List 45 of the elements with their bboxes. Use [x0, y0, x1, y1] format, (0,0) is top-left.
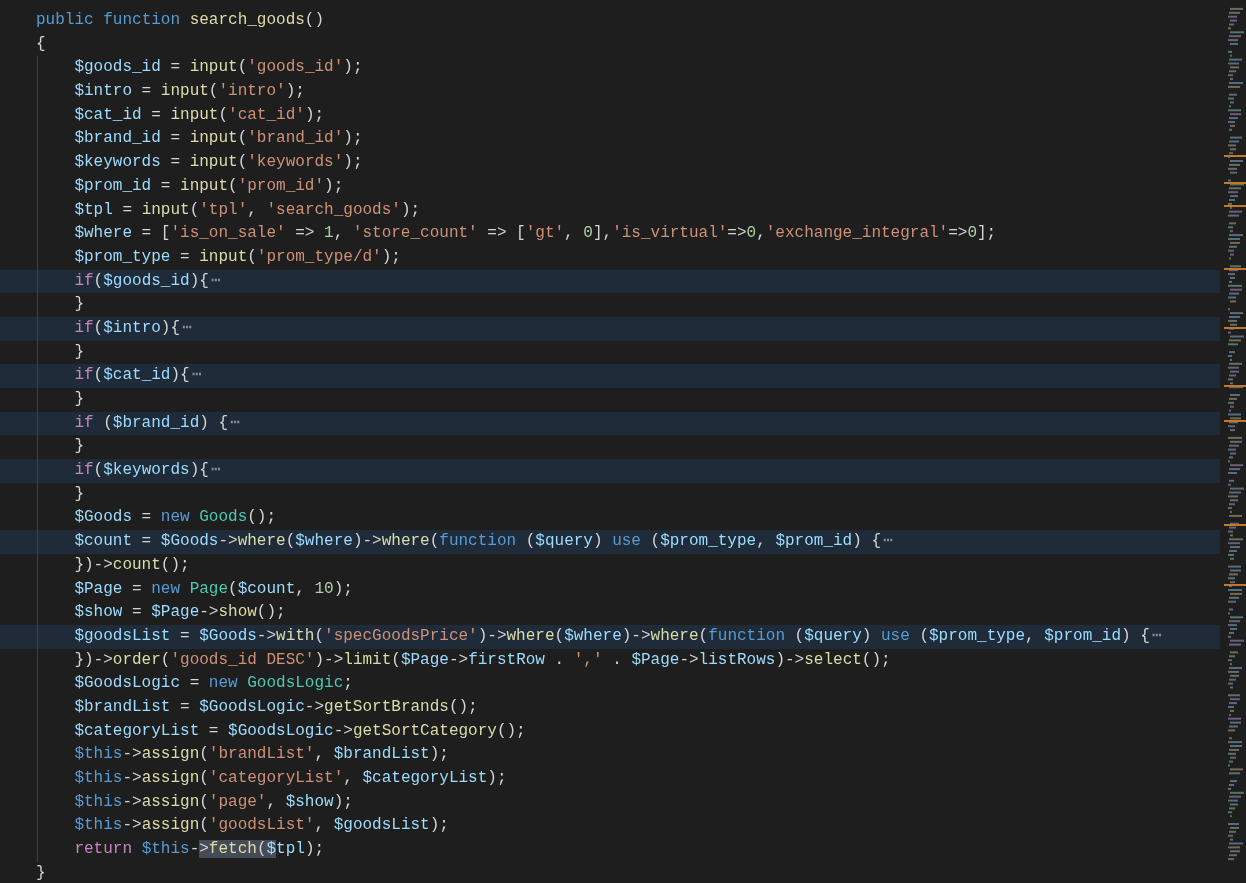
code-line: $this->assign('brandList', $brandList);	[73, 744, 449, 766]
code-line: $intro = input('intro');	[73, 81, 305, 103]
code-line: $where = ['is_on_sale' => 1, 'store_count' => ['gt', 0],'is_virtual'=>0,'exchange_integral'=>0];	[73, 223, 997, 245]
code-line: }	[73, 483, 84, 505]
code-line: $GoodsLogic = new GoodsLogic;	[73, 673, 353, 695]
code-line: return $this->fetch($tpl);	[73, 839, 325, 861]
fold-ellipsis[interactable]: ⋯	[883, 530, 893, 554]
fold-ellipsis[interactable]: ⋯	[1151, 624, 1162, 649]
code-line: $tpl = input('tpl', 'search_goods');	[73, 199, 421, 221]
code-line: {	[36, 33, 46, 55]
code-line: $Page = new Page($count, 10);	[73, 578, 353, 600]
code-line: $prom_id = input('prom_id');	[73, 175, 344, 197]
code-line: $this->assign('page', $show);	[73, 791, 353, 813]
code-line: if($cat_id){	[73, 365, 190, 387]
code-line: $goodsList = $Goods->with('specGoodsPrice')->where($where)->where(function ($query) use ($prom_type, $prom_id) {	[73, 625, 1150, 647]
code-line: $Goods = new Goods();	[73, 507, 277, 529]
code-line: })->order('goods_id DESC')->limit($Page->firstRow . ',' . $Page->listRows)->select();	[73, 649, 891, 671]
fold-ellipsis[interactable]: ⋯	[182, 316, 192, 341]
code-line: }	[73, 436, 84, 458]
code-line: $this->assign('categoryList', $categoryList);	[73, 768, 507, 789]
code-line: $this->assign('goodsList', $goodsList);	[73, 815, 449, 837]
code-line: if($keywords){	[73, 460, 209, 482]
code-line: if ($brand_id) {	[73, 412, 229, 434]
code-line: }	[73, 294, 84, 316]
code-line: $categoryList = $GoodsLogic->getSortCategory();	[73, 720, 526, 742]
fold-ellipsis[interactable]: ⋯	[210, 269, 221, 294]
code-line: $prom_type = input('prom_type/d');	[73, 246, 401, 268]
code-line: $keywords = input('keywords');	[73, 152, 363, 174]
code-line: }	[73, 341, 84, 363]
code-line: $brandList = $GoodsLogic->getSortBrands();	[73, 696, 478, 718]
fold-ellipsis[interactable]: ⋯	[210, 459, 221, 483]
code-line: $brand_id = input('brand_id');	[73, 128, 363, 150]
code-line: }	[73, 389, 84, 410]
code-line: })->count();	[73, 554, 190, 576]
fold-ellipsis[interactable]: ⋯	[191, 364, 202, 388]
code-line: public function search_goods()	[36, 10, 325, 31]
minimap-drawing[interactable]	[1224, 7, 1246, 861]
code-line: $count = $Goods->where($where)->where(function ($query) use ($prom_type, $prom_id) {	[73, 531, 881, 553]
fold-ellipsis[interactable]: ⋯	[230, 411, 240, 436]
code-line: if($goods_id){	[73, 270, 209, 292]
code-line: $cat_id = input('cat_id');	[73, 104, 325, 126]
code-line: $goods_id = input('goods_id');	[73, 57, 363, 79]
code-line: }	[36, 862, 46, 883]
code-line: $show = $Page->show();	[73, 602, 286, 624]
code-line: if($intro){	[73, 317, 181, 339]
